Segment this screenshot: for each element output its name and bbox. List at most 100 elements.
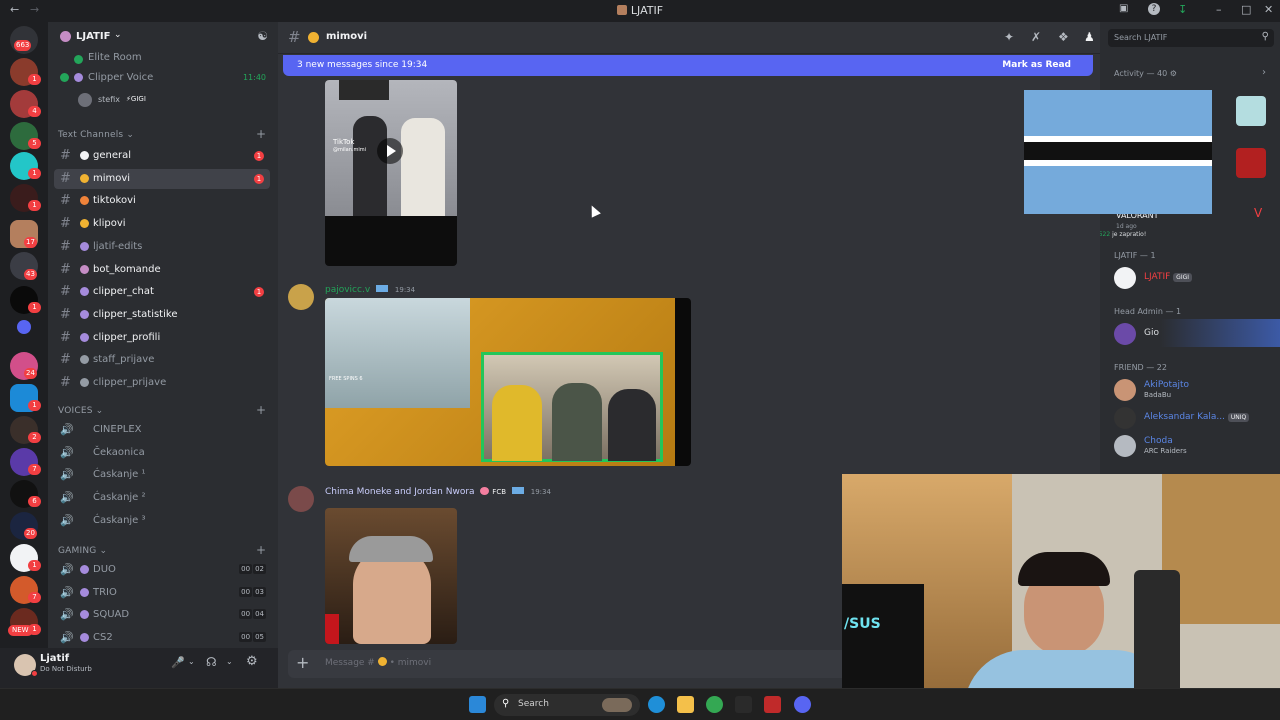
help-icon[interactable]: ? [1148,3,1160,15]
member-list-icon[interactable]: ♟ [1084,30,1095,44]
channel-clipper-statistike[interactable]: # clipper_statistike [54,305,270,325]
voice-channel-elite-room[interactable]: Elite Room [54,50,270,70]
avatar[interactable] [1114,379,1136,401]
activity-header[interactable]: Activity — 40 ⚙ [1114,69,1177,78]
discord-icon[interactable] [794,696,811,713]
video-attachment[interactable] [325,508,457,644]
add-channel-icon[interactable]: + [256,127,266,141]
inbox-icon[interactable]: ▣ [1119,3,1128,14]
threads-icon[interactable]: ✦ [1004,30,1014,44]
person-figure [353,116,387,216]
server-name: LJATIF [76,31,111,42]
voice-channel[interactable]: 🔊 Ćaskanje ¹ [54,465,270,485]
channel-clipper-profili[interactable]: # clipper_profili [54,328,270,348]
gaming-voice-channel[interactable]: 🔊 DUO 00 02 [54,560,270,580]
category-voices[interactable]: VOICES ⌄ [58,406,103,416]
member-name[interactable]: LJATIF GIGI [1144,272,1193,282]
windows-start-icon[interactable] [469,696,486,713]
video-attachment[interactable]: TikTok @milan.mimi [325,80,457,266]
title-bar: ← → LJATIF ▣ ? ↧ – □ ✕ [0,0,1280,22]
add-channel-icon[interactable]: + [256,543,266,557]
add-channel-icon[interactable]: + [256,403,266,417]
avatar[interactable] [1114,323,1136,345]
gaming-voice-channel[interactable]: 🔊 CS2 00 05 [54,628,270,648]
channel-emoji-icon [80,332,89,342]
channel-mimovi[interactable]: # mimovi 1 [54,168,270,189]
edge-icon[interactable] [648,696,665,713]
settings-gear-icon[interactable]: ⚙ [246,654,258,669]
notification-bell-icon[interactable]: ✗ [1031,30,1041,44]
person-figure [552,383,602,461]
avatar[interactable] [288,486,314,512]
channel-general[interactable]: # general 1 [54,146,270,166]
download-icon[interactable]: ↧ [1178,3,1187,16]
member-name[interactable]: Choda [1144,436,1173,446]
hash-icon: # [60,261,71,277]
avatar[interactable] [1114,267,1136,289]
chevron-down-icon[interactable]: ⌄ [188,657,195,666]
voice-channel[interactable]: 🔊 CINEPLEX [54,420,270,440]
pin-icon[interactable]: ❖ [1058,30,1069,44]
shield-icon[interactable] [764,696,781,713]
channel-tiktokovi[interactable]: # tiktokovi [54,191,270,211]
channel-klipovi[interactable]: # klipovi [54,214,270,234]
speaker-icon: 🔊 [60,631,74,645]
new-messages-bar[interactable]: 3 new messages since 19:34 Mark as Read [283,55,1093,76]
message-input[interactable]: Message # • mimovi [325,657,431,668]
maximize-icon[interactable]: □ [1241,3,1251,16]
rail-badge: 17 [24,237,37,248]
folder-icon[interactable] [17,320,31,334]
mark-as-read-button[interactable]: Mark as Read [1002,60,1071,70]
channel-emoji-icon [80,173,89,183]
voice-channel[interactable]: 🔊 Čekaonica [54,443,270,463]
file-explorer-icon[interactable] [677,696,694,713]
hash-icon: # [60,284,71,300]
channel-label: ljatif-edits [93,240,143,252]
channel-clipper-chat[interactable]: # clipper_chat 1 [54,282,270,302]
close-icon[interactable]: ✕ [1264,3,1273,16]
gaming-voice-channel[interactable]: 🔊 TRIO 00 03 [54,583,270,603]
voice-user-row[interactable]: stefix ⚡GIGI [54,90,270,112]
add-attachment-icon[interactable]: + [296,653,309,672]
activity-thumb[interactable] [1236,96,1266,126]
message-author[interactable]: Chima Moneke and Jordan Nwora FCB 19:34 [325,487,551,497]
chevron-right-icon[interactable]: › [1262,67,1266,78]
voice-icon [74,55,83,64]
channel-staff-prijave[interactable]: # staff_prijave [54,350,270,370]
member-name[interactable]: Gio [1144,328,1159,338]
chrome-icon[interactable] [706,696,723,713]
taskbar-search[interactable]: ⚲ Search [494,694,640,716]
minimize-icon[interactable]: – [1216,3,1222,16]
avatar[interactable] [1114,435,1136,457]
channel-clipper-prijave[interactable]: # clipper_prijave [54,373,270,393]
speaker-icon: 🔊 [60,513,74,527]
category-text-channels[interactable]: Text Channels ⌄ [58,130,134,140]
video-attachment[interactable]: FREE SPINS 6 [325,298,691,466]
voice-channel[interactable]: 🔊 Ćaskanje ³ [54,511,270,531]
member-name[interactable]: Aleksandar Kala... UNIQ [1144,412,1250,422]
headset-icon[interactable]: ☊ [206,655,217,669]
mic-icon[interactable]: 🎤 [171,656,185,669]
search-input[interactable]: Search LJATIF ⚲ [1108,29,1274,47]
activity-thumb[interactable] [1236,148,1266,178]
play-button[interactable] [377,138,403,164]
member-name[interactable]: AkiPotajto [1144,380,1189,390]
speaker-icon: 🔊 [60,491,74,505]
rail-badge: 2 [28,432,41,443]
voice-channel-clipper-voice[interactable]: Clipper Voice 11:40 [54,68,270,88]
avatar[interactable] [1114,407,1136,429]
message-author[interactable]: pajovicc.v 19:34 [325,285,415,295]
speaker-icon: 🔊 [60,468,74,482]
voice-channel[interactable]: 🔊 Ćaskanje ² [54,488,270,508]
gaming-voice-channel[interactable]: 🔊 SQUAD 00 04 [54,605,270,625]
channel-bot-komande[interactable]: # bot_komande [54,260,270,280]
channel-ljatif-edits[interactable]: # ljatif-edits [54,237,270,257]
tiktok-handle: @milan.mimi [333,147,366,153]
category-gaming[interactable]: GAMING ⌄ [58,546,107,556]
chevron-down-icon[interactable]: ⌄ [226,657,233,666]
chevron-down-icon: ⌄ [114,30,122,40]
activity-time: 1d ago [1116,223,1137,230]
add-member-icon[interactable]: ☯ [257,29,268,43]
avatar[interactable] [288,284,314,310]
app-icon[interactable] [735,696,752,713]
